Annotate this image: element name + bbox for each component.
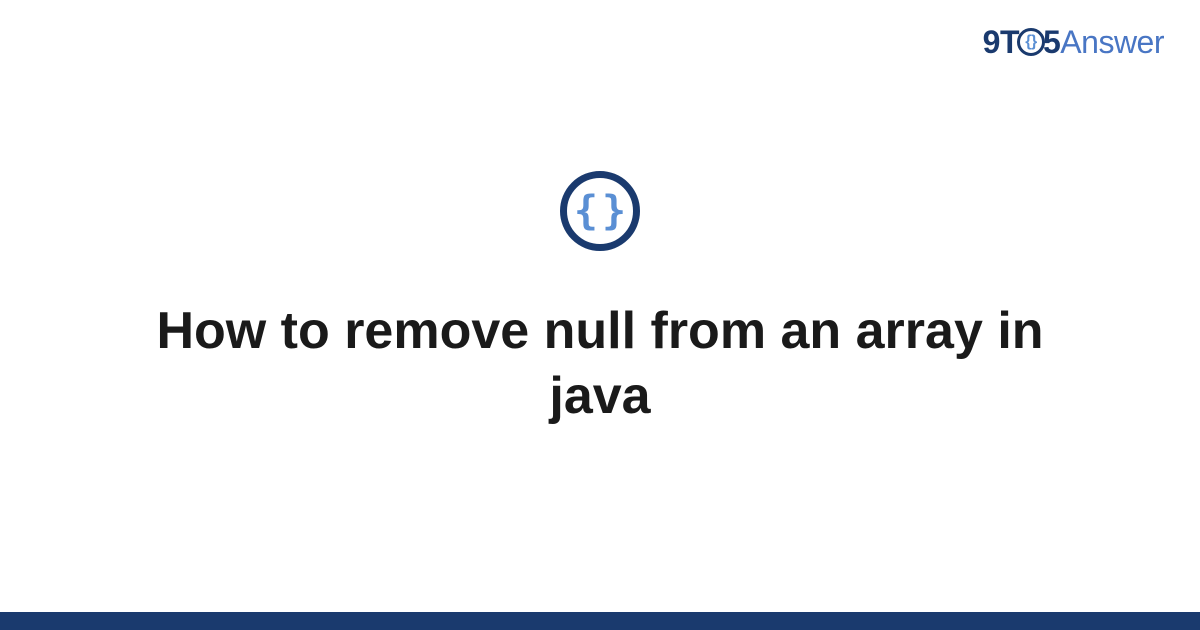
footer-accent-bar [0, 612, 1200, 630]
main-content: {} How to remove null from an array in j… [0, 0, 1200, 630]
topic-icon-wrapper: {} [560, 171, 640, 251]
braces-glyph: {} [574, 191, 630, 231]
page-title: How to remove null from an array in java [120, 299, 1080, 429]
code-braces-icon: {} [560, 171, 640, 251]
